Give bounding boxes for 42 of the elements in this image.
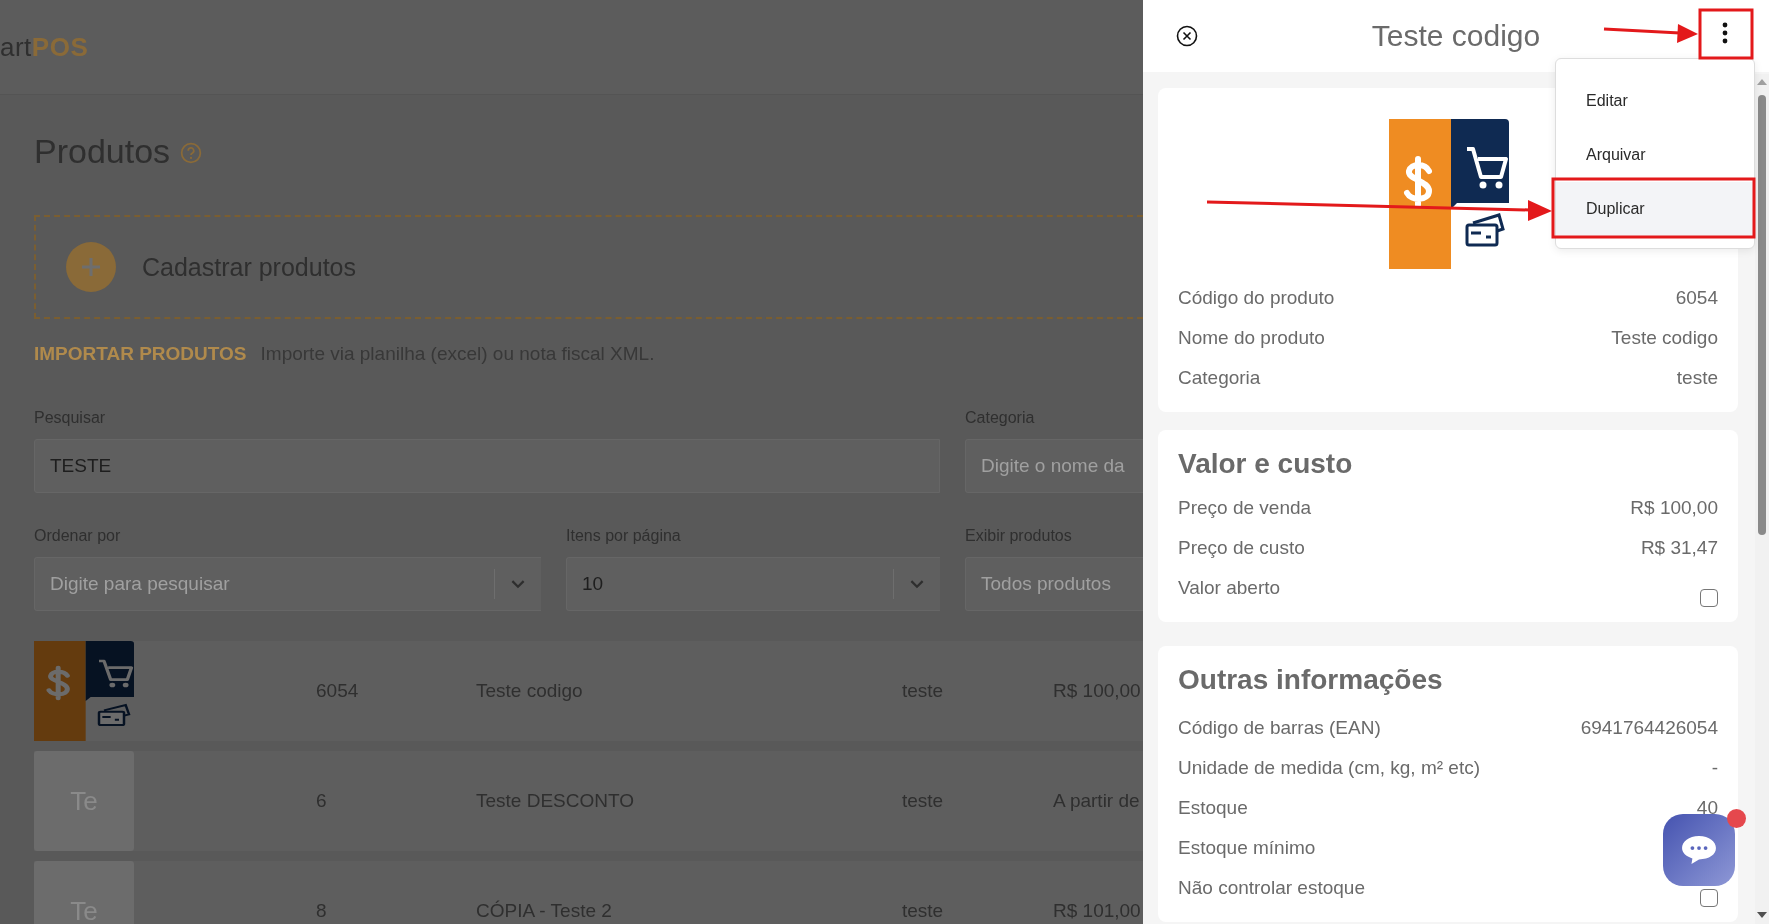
menu-item[interactable]: Editar bbox=[1556, 74, 1754, 128]
field-label: Preço de custo bbox=[1178, 537, 1305, 559]
field-value: R$ 31,47 bbox=[1640, 537, 1718, 559]
field-label: Preço de venda bbox=[1178, 497, 1312, 519]
chat-button[interactable] bbox=[1663, 814, 1735, 886]
scrollbar[interactable] bbox=[1755, 74, 1769, 924]
more-options-icon[interactable] bbox=[1722, 22, 1728, 44]
input-field[interactable]: Todos produtos bbox=[965, 557, 1143, 611]
field-value: Teste codigo bbox=[1611, 327, 1718, 349]
chevron-down-icon bbox=[511, 579, 525, 589]
field-label: Código de barras (EAN) bbox=[1178, 717, 1381, 739]
field-label: Nome do produto bbox=[1178, 327, 1325, 349]
field-value: R$ 100,00 bbox=[1630, 497, 1718, 519]
field-value: - bbox=[1711, 757, 1718, 779]
checkbox[interactable] bbox=[1700, 889, 1718, 907]
field-label: Estoque bbox=[1178, 797, 1248, 819]
field-value: 6941764426054 bbox=[1580, 717, 1718, 739]
field-label: Categoria bbox=[1178, 367, 1261, 389]
import-products-link[interactable]: IMPORTAR PRODUTOS bbox=[34, 343, 247, 365]
section-title: Outras informações bbox=[1178, 664, 1444, 696]
field-label: Código do produto bbox=[1178, 287, 1335, 309]
section-title: Valor e custo bbox=[1178, 448, 1354, 480]
field-value: 6054 bbox=[1675, 287, 1718, 309]
plus-icon bbox=[66, 242, 116, 292]
field-label: Unidade de medida (cm, kg, m² etc) bbox=[1178, 757, 1480, 779]
field-label: Não controlar estoque bbox=[1178, 877, 1365, 899]
select-field[interactable]: Digite para pesquisar bbox=[34, 557, 541, 611]
field-label: Valor aberto bbox=[1178, 577, 1281, 599]
field-value: teste bbox=[1676, 367, 1718, 389]
checkbox[interactable] bbox=[1700, 589, 1718, 607]
input-field[interactable]: TESTE bbox=[34, 439, 940, 493]
field-value: 40 bbox=[1696, 797, 1718, 819]
chevron-down-icon bbox=[910, 579, 924, 589]
select-field[interactable]: 10 bbox=[566, 557, 940, 611]
menu-item[interactable]: Arquivar bbox=[1556, 128, 1754, 182]
menu-item[interactable]: Duplicar bbox=[1556, 182, 1754, 236]
drawer-title: Teste codigo bbox=[1371, 19, 1541, 53]
highlight-frame bbox=[1698, 8, 1754, 60]
chat-bubble-icon bbox=[1680, 834, 1718, 866]
input-field[interactable]: Digite o nome da bbox=[965, 439, 1143, 493]
close-icon[interactable] bbox=[1176, 25, 1198, 47]
field-label: Estoque mínimo bbox=[1178, 837, 1316, 859]
